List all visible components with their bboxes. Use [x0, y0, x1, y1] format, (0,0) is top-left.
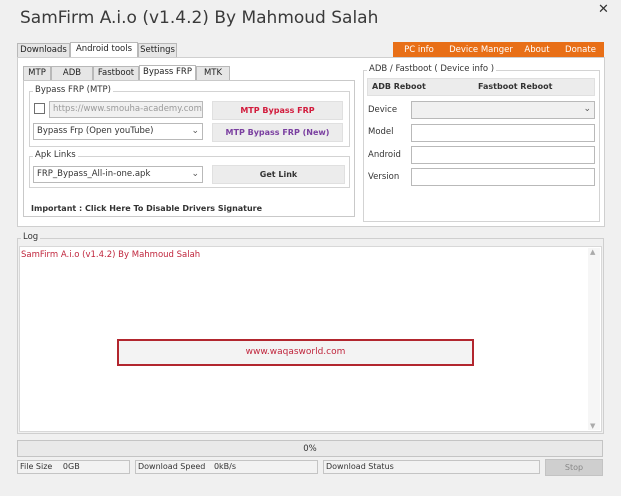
android-field — [411, 146, 595, 164]
android-label: Android — [368, 150, 401, 160]
scroll-down-icon[interactable]: ▼ — [590, 422, 595, 430]
download-speed-label: Download Speed — [138, 462, 206, 471]
log-first-line: SamFirm A.i.o (v1.4.2) By Mahmoud Salah — [21, 250, 201, 260]
stop-button[interactable]: Stop — [545, 459, 603, 476]
subtab-bypass-frp[interactable]: Bypass FRP — [139, 65, 196, 81]
device-manager-tab[interactable]: Device Manger — [445, 42, 518, 58]
use-url-checkbox[interactable] — [34, 103, 45, 114]
disable-driver-signature-link[interactable]: Important : Click Here To Disable Driver… — [31, 204, 262, 213]
model-field — [411, 124, 595, 142]
download-status-box: Download Status — [323, 460, 540, 474]
tab-android-tools[interactable]: Android tools — [70, 42, 138, 58]
apk-select[interactable]: FRP_Bypass_All-in-one.apk ⌄ — [33, 166, 203, 183]
bypass-method-select[interactable]: Bypass Frp (Open youTube) ⌄ — [33, 123, 203, 140]
log-scrollbar[interactable]: ▲ ▼ — [588, 248, 600, 430]
subtab-adb[interactable]: ADB — [51, 66, 93, 81]
file-size-value: 0GB — [62, 462, 80, 471]
version-field — [411, 168, 595, 186]
window-title: SamFirm A.i.o (v1.4.2) By Mahmoud Salah — [20, 8, 379, 28]
device-label: Device — [368, 105, 398, 115]
get-link-button[interactable]: Get Link — [212, 165, 345, 184]
bypass-frp-group-title: Bypass FRP (MTP) — [33, 85, 113, 95]
fastboot-reboot-button[interactable]: Fastboot Reboot — [478, 82, 552, 91]
adb-reboot-button[interactable]: ADB Reboot — [372, 82, 426, 91]
pc-info-tab[interactable]: PC info — [393, 42, 446, 58]
mtp-bypass-frp-button[interactable]: MTP Bypass FRP — [212, 101, 343, 120]
url-input[interactable]: https://www.smouha-academy.com — [49, 101, 203, 118]
log-label: Log — [21, 232, 41, 242]
progress-text: 0% — [303, 444, 317, 454]
scroll-up-icon[interactable]: ▲ — [590, 248, 595, 256]
about-tab[interactable]: About — [517, 42, 558, 58]
tab-downloads[interactable]: Downloads — [17, 43, 70, 58]
watermark-text: www.waqasworld.com — [245, 347, 346, 357]
subtab-mtk[interactable]: MTK — [196, 66, 230, 81]
apk-select-value: FRP_Bypass_All-in-one.apk — [37, 169, 151, 179]
close-icon[interactable]: ✕ — [598, 2, 609, 17]
device-select[interactable]: ⌄ — [411, 101, 595, 119]
donate-tab[interactable]: Donate — [557, 42, 604, 58]
chevron-down-icon: ⌄ — [191, 169, 199, 179]
model-label: Model — [368, 127, 394, 137]
tab-settings[interactable]: Settings — [138, 43, 177, 58]
mtp-bypass-frp-new-button[interactable]: MTP Bypass FRP (New) — [212, 123, 343, 142]
device-info-group-title: ADB / Fastboot ( Device info ) — [367, 64, 497, 74]
file-size-label: File Size — [20, 462, 53, 471]
chevron-down-icon: ⌄ — [191, 126, 199, 136]
file-size-box: File Size 0GB — [17, 460, 130, 474]
version-label: Version — [368, 172, 400, 182]
download-speed-box: Download Speed 0kB/s — [135, 460, 318, 474]
chevron-down-icon: ⌄ — [583, 104, 591, 114]
bypass-method-value: Bypass Frp (Open youTube) — [37, 126, 154, 136]
apk-links-group-title: Apk Links — [33, 150, 78, 160]
subtab-mtp[interactable]: MTP — [23, 66, 51, 81]
download-status-label: Download Status — [326, 462, 394, 471]
download-speed-value: 0kB/s — [213, 462, 237, 471]
subtab-fastboot[interactable]: Fastboot — [93, 66, 139, 81]
